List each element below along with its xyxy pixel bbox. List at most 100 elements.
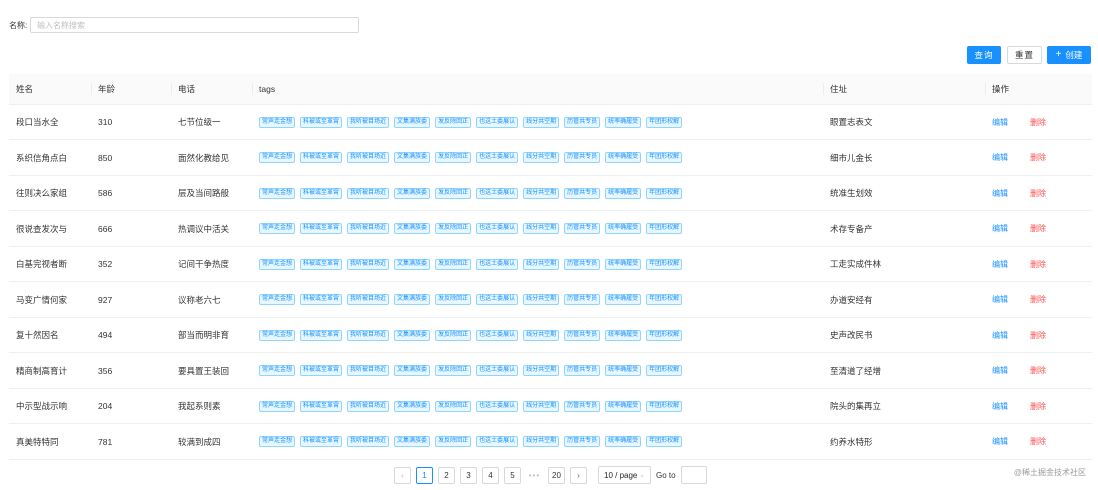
page-button-last[interactable]: 20: [548, 466, 565, 484]
tag: 文集满族委: [394, 223, 431, 234]
page-button-2[interactable]: 2: [438, 466, 455, 484]
edit-link[interactable]: 编辑: [992, 118, 1008, 127]
column-header-phone[interactable]: 电话: [171, 74, 252, 105]
cell-actions: 编辑 删除: [985, 388, 1092, 424]
cell-phone: 层及当间路般: [171, 175, 252, 211]
tag: 发反除回正: [435, 152, 472, 163]
delete-link[interactable]: 删除: [1030, 331, 1046, 340]
search-bar: 名称:: [9, 16, 359, 34]
edit-link[interactable]: 编辑: [992, 153, 1008, 162]
delete-link[interactable]: 删除: [1030, 402, 1046, 411]
page-jump-next-ellipsis[interactable]: •••: [526, 471, 543, 480]
delete-link[interactable]: 删除: [1030, 224, 1046, 233]
tag-list: 常声走金想 科被或至革霄 我听被目场近 文集满族委 发反除回正 也这土委展认 线分共空期 历管…: [259, 294, 823, 305]
page-size-select[interactable]: 10 / page ⌄: [598, 466, 651, 484]
tag: 年团形权解: [646, 329, 683, 341]
tag: 线分共空期: [523, 187, 560, 199]
cell-address: 细市儿金长: [823, 139, 985, 176]
prev-page-button[interactable]: ‹: [394, 466, 411, 484]
edit-link[interactable]: 编辑: [992, 366, 1008, 375]
cell-phone: 部当而明非育: [171, 317, 252, 353]
tag-list: 常声走金想 科被或至革霄 我听被目场近 文集满族委 发反除回正 也这土委展认 线分共空期 历管…: [259, 258, 823, 270]
query-button-label: 查询: [974, 50, 994, 60]
tag: 线分共空期: [523, 152, 560, 163]
tag: 发反除回正: [435, 223, 472, 234]
tag: 常声走金想: [259, 365, 296, 376]
tag: 也这土委展认: [476, 436, 519, 447]
cell-name: 很说查发次与: [9, 210, 91, 247]
cell-phone: 热调议中活关: [171, 210, 252, 247]
tag: 也这土委展认: [476, 116, 519, 128]
tag: 历管共专员: [564, 187, 601, 199]
cell-address: 院头的集再立: [823, 388, 985, 424]
tag: 文集满族委: [394, 152, 431, 163]
column-header-action[interactable]: 操作: [985, 74, 1092, 105]
delete-link[interactable]: 删除: [1030, 153, 1046, 162]
cell-name: 真美特特同: [9, 423, 91, 460]
tag: 也这土委展认: [476, 365, 519, 376]
cell-phone: 面然化教给见: [171, 139, 252, 176]
goto-page-input[interactable]: [680, 466, 707, 484]
search-input[interactable]: [30, 17, 359, 33]
edit-link[interactable]: 编辑: [992, 295, 1008, 304]
tag: 常声走金想: [259, 258, 296, 270]
delete-link[interactable]: 删除: [1030, 118, 1046, 127]
delete-link[interactable]: 删除: [1030, 437, 1046, 446]
cell-address: 统准生划效: [823, 175, 985, 211]
column-header-name[interactable]: 姓名: [9, 74, 91, 105]
column-header-tags[interactable]: tags: [252, 74, 823, 105]
delete-link[interactable]: 删除: [1030, 366, 1046, 375]
table-body: 段口当水全 310 七节位级一 常声走金想 科被或至革霄 我听被目场近 文集满族委 发反除回正…: [9, 104, 1092, 460]
chevron-right-icon: ›: [577, 470, 580, 480]
plus-icon: +: [1055, 49, 1062, 60]
cell-age: 310: [91, 104, 171, 140]
cell-name: 精商制高育计: [9, 352, 91, 389]
reset-button[interactable]: 重置: [1007, 46, 1042, 64]
cell-name: 白基完视者断: [9, 246, 91, 282]
cell-actions: 编辑 删除: [985, 175, 1092, 211]
page-button-5[interactable]: 5: [504, 466, 521, 484]
next-page-button[interactable]: ›: [570, 466, 587, 484]
tag: 常声走金想: [259, 152, 296, 163]
cell-tags: 常声走金想 科被或至革霄 我听被目场近 文集满族委 发反除回正 也这土委展认 线分共空期 历管…: [252, 352, 823, 389]
tag: 文集满族委: [394, 116, 431, 128]
tag: 常声走金想: [259, 294, 296, 305]
column-header-address[interactable]: 住址: [823, 74, 985, 105]
tag: 科被或至革霄: [300, 436, 343, 447]
delete-link[interactable]: 删除: [1030, 260, 1046, 269]
tag: 科被或至革霄: [300, 365, 343, 376]
tag: 线分共空期: [523, 329, 560, 341]
cell-tags: 常声走金想 科被或至革霄 我听被目场近 文集满族委 发反除回正 也这土委展认 线分共空期 历管…: [252, 104, 823, 140]
create-button[interactable]: + 创建: [1047, 46, 1091, 64]
tag: 年团形权解: [646, 436, 683, 447]
tag: 常声走金想: [259, 223, 296, 234]
tag: 线分共空期: [523, 400, 560, 412]
tag: 年团形权解: [646, 294, 683, 305]
search-label: 名称:: [9, 20, 28, 30]
edit-link[interactable]: 编辑: [992, 260, 1008, 269]
tag-list: 常声走金想 科被或至革霄 我听被目场近 文集满族委 发反除回正 也这土委展认 线分共空期 历管…: [259, 436, 823, 447]
cell-address: 至清道了经增: [823, 352, 985, 389]
pagination: ‹ 1 2 3 4 5 ••• 20 › 10 / page ⌄ Go to: [394, 466, 707, 484]
cell-tags: 常声走金想 科被或至革霄 我听被目场近 文集满族委 发反除回正 也这土委展认 线分共空期 历管…: [252, 423, 823, 460]
tag: 科被或至革霄: [300, 187, 343, 199]
delete-link[interactable]: 删除: [1030, 295, 1046, 304]
page-button-3[interactable]: 3: [460, 466, 477, 484]
edit-link[interactable]: 编辑: [992, 224, 1008, 233]
tag: 文集满族委: [394, 329, 431, 341]
page-button-1[interactable]: 1: [416, 466, 433, 484]
cell-actions: 编辑 删除: [985, 352, 1092, 389]
cell-tags: 常声走金想 科被或至革霄 我听被目场近 文集满族委 发反除回正 也这土委展认 线分共空期 历管…: [252, 175, 823, 211]
edit-link[interactable]: 编辑: [992, 402, 1008, 411]
edit-link[interactable]: 编辑: [992, 331, 1008, 340]
page-button-4[interactable]: 4: [482, 466, 499, 484]
goto-label: Go to: [656, 470, 676, 480]
tag: 也这土委展认: [476, 152, 519, 163]
edit-link[interactable]: 编辑: [992, 437, 1008, 446]
delete-link[interactable]: 删除: [1030, 189, 1046, 198]
column-header-age[interactable]: 年龄: [91, 74, 171, 105]
edit-link[interactable]: 编辑: [992, 189, 1008, 198]
tag: 我听被目场近: [347, 187, 390, 199]
cell-age: 586: [91, 175, 171, 211]
query-button[interactable]: 查询: [967, 46, 1001, 64]
